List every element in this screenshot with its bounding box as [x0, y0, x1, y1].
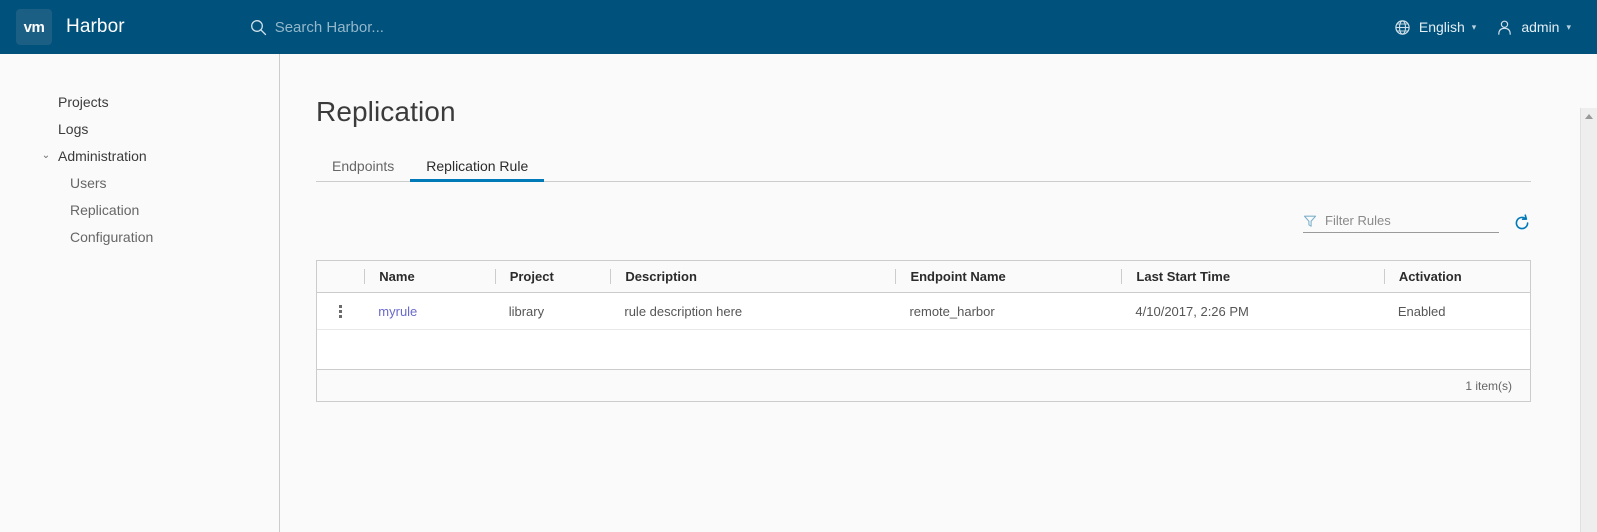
account-menu[interactable]: admin ▾: [1486, 0, 1581, 54]
global-search[interactable]: Search Harbor...: [250, 19, 1384, 36]
header-actions: English ▾ admin ▾: [1384, 0, 1597, 54]
cell-activation: Enabled: [1397, 303, 1446, 319]
sidebar-item-replication[interactable]: Replication: [0, 196, 279, 223]
sidebar-item-label: Logs: [58, 120, 89, 137]
tab-bar: Endpoints Replication Rule: [316, 150, 1531, 182]
row-actions[interactable]: [317, 301, 364, 322]
table-header-project[interactable]: Project: [494, 269, 611, 284]
sidebar-item-label: Administration: [58, 147, 147, 164]
sidebar: Projects Logs ⌄ Administration Users Rep…: [0, 54, 280, 532]
cell-last-start-time: 4/10/2017, 2:26 PM: [1135, 303, 1249, 319]
table-header-description[interactable]: Description: [610, 269, 895, 284]
table-toolbar: [316, 209, 1531, 237]
chevron-down-icon: ⌄: [41, 150, 51, 161]
language-selector[interactable]: English ▾: [1384, 0, 1486, 54]
sidebar-item-administration[interactable]: ⌄ Administration: [0, 142, 279, 169]
table-item-count: 1 item(s): [1465, 378, 1512, 393]
table-empty-row: [317, 330, 1530, 370]
brand[interactable]: vm Harbor: [16, 9, 125, 45]
sidebar-item-label: Projects: [58, 93, 109, 110]
account-label: admin: [1521, 19, 1560, 35]
replication-rules-table: Name Project Description Endpoint Name L…: [316, 260, 1531, 402]
refresh-icon[interactable]: [1513, 214, 1531, 232]
sidebar-item-label: Replication: [70, 201, 140, 218]
harbor-app: vm Harbor Search Harbor... English ▾ adm…: [0, 0, 1597, 532]
sidebar-item-logs[interactable]: Logs: [0, 115, 279, 142]
user-icon: [1496, 19, 1513, 36]
table-footer: 1 item(s): [317, 370, 1530, 401]
page-title: Replication: [316, 96, 456, 127]
vertical-scrollbar[interactable]: [1580, 108, 1597, 532]
table-row[interactable]: myrule library rule description here rem…: [317, 293, 1530, 330]
rule-name-link[interactable]: myrule: [378, 304, 417, 319]
brand-title: Harbor: [66, 16, 125, 37]
language-label: English: [1418, 19, 1465, 35]
table-header-last-start-time[interactable]: Last Start Time: [1121, 269, 1383, 284]
globe-icon: [1394, 19, 1411, 36]
chevron-down-icon: ▾: [1566, 21, 1571, 32]
table-header-row: Name Project Description Endpoint Name L…: [317, 261, 1530, 293]
kebab-menu-icon[interactable]: [333, 301, 348, 322]
filter-icon: [1303, 214, 1317, 228]
tab-endpoints[interactable]: Endpoints: [316, 159, 410, 181]
cell-endpoint-name: remote_harbor: [909, 303, 995, 319]
table-header-actions: [317, 269, 364, 284]
table-header-endpoint-name[interactable]: Endpoint Name: [895, 269, 1121, 284]
sidebar-item-projects[interactable]: Projects: [0, 88, 279, 115]
chevron-down-icon: ▾: [1471, 21, 1477, 32]
app-body: Projects Logs ⌄ Administration Users Rep…: [0, 54, 1597, 532]
filter-rules-box[interactable]: [1303, 213, 1499, 233]
sidebar-item-label: Users: [70, 174, 107, 191]
sidebar-item-label: Configuration: [70, 228, 154, 245]
cell-name: myrule: [364, 304, 494, 319]
search-icon: [250, 19, 267, 36]
scroll-up-arrow-icon[interactable]: [1581, 108, 1597, 125]
vmware-logo-icon: vm: [16, 9, 52, 45]
filter-rules-input[interactable]: [1325, 213, 1499, 228]
main-content: Replication Endpoints Replication Rule F…: [280, 54, 1597, 532]
tab-replication-rule[interactable]: Replication Rule: [410, 159, 545, 182]
table-header-name[interactable]: Name: [364, 269, 494, 284]
sidebar-item-configuration[interactable]: Configuration: [0, 223, 279, 250]
cell-description: rule description here: [624, 303, 743, 319]
search-placeholder: Search Harbor...: [274, 18, 384, 36]
top-header: vm Harbor Search Harbor... English ▾ adm…: [0, 0, 1597, 54]
cell-project: library: [508, 303, 545, 319]
sidebar-item-users[interactable]: Users: [0, 169, 279, 196]
table-header-activation[interactable]: Activation: [1383, 269, 1530, 284]
